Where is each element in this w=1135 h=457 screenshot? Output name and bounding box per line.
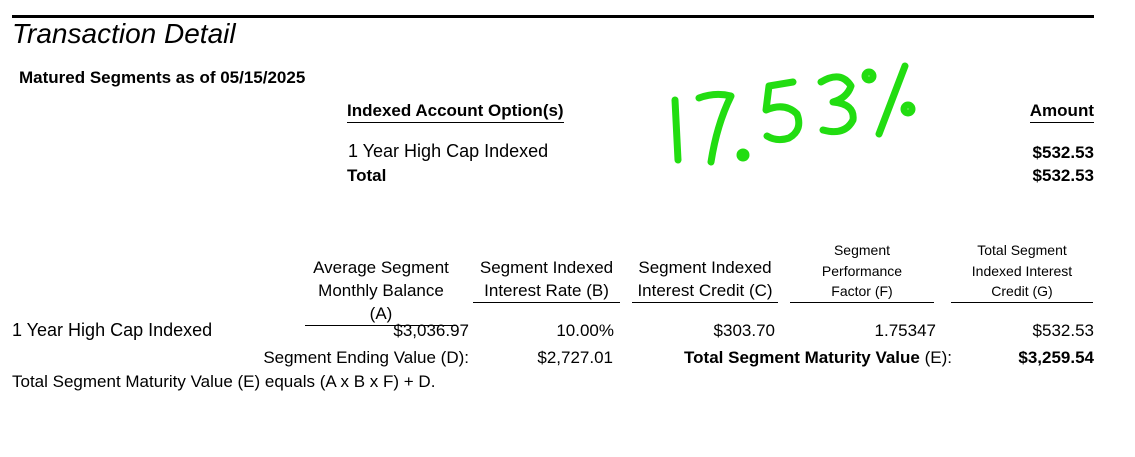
ending-value: $2,727.01	[537, 348, 613, 367]
col-header-interest-credit: Segment Indexed Interest Credit (C)	[632, 256, 778, 303]
maturity-value: $3,259.54	[1018, 348, 1094, 367]
col-header-performance-factor: Segment Performance Factor (F)	[790, 240, 934, 303]
summary-total-amount: $532.53	[1032, 166, 1094, 185]
amount-column-header: Amount	[1029, 101, 1094, 123]
detail-avg-balance: $3,036.97	[393, 321, 469, 340]
maturity-value-label: Total Segment Maturity Value (E):	[684, 348, 952, 367]
hand-digit-5	[762, 78, 803, 144]
detail-performance-factor: 1.75347	[874, 321, 936, 340]
col-header-interest-rate: Segment Indexed Interest Rate (B)	[473, 256, 620, 303]
hand-digit-7	[695, 90, 735, 166]
col-header-avg-balance: Average Segment Monthly Balance (A)	[305, 256, 457, 326]
matured-segments-heading: Matured Segments as of 05/15/2025	[19, 68, 306, 87]
detail-row-label: 1 Year High Cap Indexed	[12, 320, 213, 340]
detail-interest-credit: $303.70	[713, 321, 775, 340]
hand-percent-slash	[875, 62, 909, 138]
hand-percent-dot-bottom	[900, 101, 916, 117]
detail-total-credit: $532.53	[1032, 321, 1094, 340]
summary-total-label: Total	[347, 166, 387, 185]
hand-percent-dot-top	[861, 68, 877, 84]
hand-digit-1	[671, 96, 682, 164]
detail-interest-rate: 10.00%	[556, 321, 614, 340]
summary-option-name: 1 Year High Cap Indexed	[348, 141, 549, 161]
maturity-formula-note: Total Segment Maturity Value (E) equals …	[12, 372, 436, 391]
hand-digit-3	[817, 73, 857, 136]
col-header-total-credit: Total Segment Indexed Interest Credit (G…	[951, 240, 1093, 303]
option-column-header: Indexed Account Option(s)	[347, 101, 564, 123]
hand-dot	[736, 148, 750, 162]
handwritten-annotation	[671, 62, 916, 166]
summary-option-amount: $532.53	[1032, 143, 1094, 162]
page-title: Transaction Detail	[12, 18, 236, 49]
ending-value-label: Segment Ending Value (D):	[263, 348, 469, 367]
